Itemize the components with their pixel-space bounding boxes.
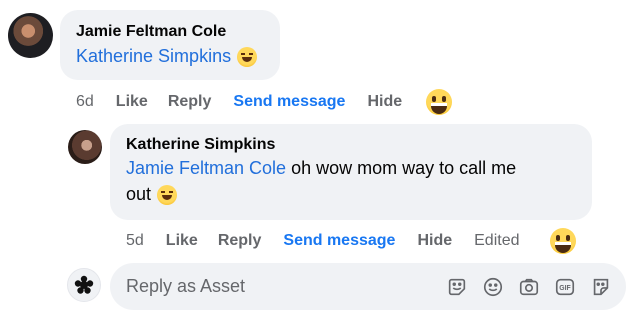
like-button[interactable]: Like bbox=[166, 232, 198, 250]
loudly-crying-emoji bbox=[157, 185, 178, 206]
comment-actions-2: 5d Like Reply Send message Hide Edited bbox=[126, 228, 576, 254]
avatar-sticker-icon[interactable] bbox=[444, 274, 470, 300]
avatar-asset[interactable] bbox=[67, 268, 101, 302]
gif-icon[interactable]: GIF bbox=[552, 274, 578, 300]
grinning-face-icon[interactable] bbox=[549, 228, 576, 254]
asset-logo-icon bbox=[74, 275, 94, 294]
svg-text:GIF: GIF bbox=[559, 285, 570, 292]
send-message-button[interactable]: Send message bbox=[233, 93, 345, 111]
hide-button[interactable]: Hide bbox=[417, 232, 452, 250]
sticker-icon[interactable] bbox=[588, 274, 614, 300]
reply-button[interactable]: Reply bbox=[168, 93, 212, 111]
grinning-face-icon[interactable] bbox=[426, 89, 453, 115]
camera-icon[interactable] bbox=[516, 274, 542, 300]
comment-timestamp[interactable]: 5d bbox=[126, 232, 144, 250]
like-button[interactable]: Like bbox=[116, 93, 148, 111]
comment-text: Katherine Simpkins bbox=[76, 43, 258, 69]
emoji-icon[interactable] bbox=[480, 274, 506, 300]
avatar-katherine[interactable] bbox=[68, 130, 102, 164]
comment-author[interactable]: Katherine Simpkins bbox=[126, 136, 275, 154]
comment-bubble-2: Katherine Simpkins Jamie Feltman Cole oh… bbox=[110, 124, 592, 220]
avatar-jamie[interactable] bbox=[8, 13, 53, 58]
comment-author[interactable]: Jamie Feltman Cole bbox=[76, 23, 226, 41]
composer-tools: GIF bbox=[444, 274, 614, 300]
comment-bubble-1: Jamie Feltman Cole Katherine Simpkins bbox=[60, 10, 280, 80]
comment-actions-1: 6d Like Reply Send message Hide bbox=[76, 89, 453, 115]
edited-label: Edited bbox=[474, 232, 520, 249]
hide-button[interactable]: Hide bbox=[367, 93, 402, 111]
comment-text: Jamie Feltman Cole oh wow mom way to cal… bbox=[126, 155, 581, 207]
reply-input[interactable]: Reply as Asset bbox=[126, 276, 245, 297]
rolling-on-floor-laughing-emoji bbox=[237, 47, 258, 68]
comment-text-line1: oh wow mom way to call me bbox=[286, 158, 517, 178]
mention-link[interactable]: Jamie Feltman Cole bbox=[126, 158, 286, 178]
mention-link[interactable]: Katherine Simpkins bbox=[76, 46, 231, 66]
send-message-button[interactable]: Send message bbox=[283, 232, 395, 250]
reply-button[interactable]: Reply bbox=[218, 232, 262, 250]
comment-timestamp[interactable]: 6d bbox=[76, 93, 94, 111]
reply-composer[interactable]: Reply as Asset GIF bbox=[110, 263, 626, 310]
comment-text-line2: out bbox=[126, 184, 152, 204]
